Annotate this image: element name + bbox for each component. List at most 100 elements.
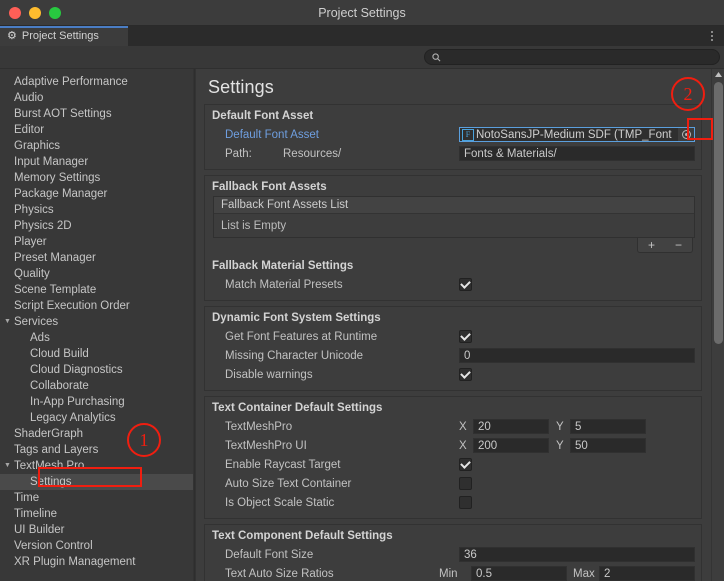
label-enable-raycast-target: Enable Raycast Target — [225, 458, 341, 471]
scroll-up-icon[interactable] — [712, 69, 724, 80]
sidebar-item-editor[interactable]: Editor — [0, 122, 193, 138]
page-title: Settings — [208, 77, 274, 97]
sidebar-item-input-manager[interactable]: Input Manager — [0, 154, 193, 170]
tmpui-width-value: 200 — [478, 439, 498, 452]
close-window-button[interactable] — [9, 6, 21, 19]
add-fallback-button[interactable]: + — [638, 238, 665, 252]
default-font-size-field[interactable]: 36 — [459, 547, 695, 562]
search-input[interactable] — [445, 51, 712, 63]
minimize-window-button[interactable] — [29, 6, 41, 19]
sidebar-item-tags-and-layers[interactable]: Tags and Layers — [0, 442, 193, 458]
get-font-features-checkbox[interactable] — [459, 330, 472, 343]
tmpui-height-field[interactable]: 50 — [570, 438, 646, 453]
label-missing-character-unicode: Missing Character Unicode — [225, 349, 364, 362]
sidebar-item-label: Cloud Build — [30, 348, 89, 360]
row-is-object-scale-static: Is Object Scale Static — [211, 493, 695, 512]
label-match-material-presets: Match Material Presets — [225, 278, 343, 291]
font-asset-path-field[interactable]: Fonts & Materials/ — [459, 146, 695, 161]
auto-size-text-container-checkbox[interactable] — [459, 477, 472, 490]
sidebar-item-collaborate[interactable]: Collaborate — [0, 378, 193, 394]
sidebar-item-scene-template[interactable]: Scene Template — [0, 282, 193, 298]
sidebar-item-time[interactable]: Time — [0, 490, 193, 506]
label-auto-size-text-container: Auto Size Text Container — [225, 477, 352, 490]
row-get-font-features: Get Font Features at Runtime — [211, 327, 695, 346]
row-auto-size-text-container: Auto Size Text Container — [211, 474, 695, 493]
sidebar-item-script-execution-order[interactable]: Script Execution Order — [0, 298, 193, 314]
disable-warnings-checkbox[interactable] — [459, 368, 472, 381]
sidebar-item-legacy-analytics[interactable]: Legacy Analytics — [0, 410, 193, 426]
tmpui-y-axis-label: Y — [556, 439, 564, 452]
sidebar-item-adaptive-performance[interactable]: Adaptive Performance — [0, 74, 193, 90]
sidebar-item-in-app-purchasing[interactable]: In-App Purchasing — [0, 394, 193, 410]
default-font-size-value: 36 — [464, 548, 477, 561]
auto-size-max-value: 2 — [604, 567, 611, 580]
sidebar-item-settings[interactable]: Settings — [0, 474, 193, 490]
sidebar-item-version-control[interactable]: Version Control — [0, 538, 193, 554]
enable-raycast-target-checkbox[interactable] — [459, 458, 472, 471]
label-is-object-scale-static: Is Object Scale Static — [225, 496, 335, 509]
sidebar-item-cloud-diagnostics[interactable]: Cloud Diagnostics — [0, 362, 193, 378]
missing-character-unicode-field[interactable]: 0 — [459, 348, 695, 363]
sidebar-item-physics[interactable]: Physics — [0, 202, 193, 218]
sidebar-item-physics-2d[interactable]: Physics 2D — [0, 218, 193, 234]
label-font-asset-path: Path: Resources/ — [211, 148, 459, 160]
zoom-window-button[interactable] — [49, 6, 61, 19]
sidebar-item-player[interactable]: Player — [0, 234, 193, 250]
tmpui-width-field[interactable]: 200 — [473, 438, 549, 453]
tab-overflow-menu-icon[interactable] — [705, 26, 719, 46]
sidebar-item-label: Time — [14, 492, 40, 504]
scrollbar-thumb[interactable] — [714, 82, 723, 344]
settings-sidebar[interactable]: Adaptive Performance Audio Burst AOT Setti… — [0, 69, 193, 581]
tmp-height-field[interactable]: 5 — [570, 419, 646, 434]
sidebar-item-audio[interactable]: Audio — [0, 90, 193, 106]
settings-content: Settings Default Font Asset Default Font… — [196, 69, 724, 581]
sidebar-item-memory-settings[interactable]: Memory Settings — [0, 170, 193, 186]
sidebar-item-ui-builder[interactable]: UI Builder — [0, 522, 193, 538]
min-label: Min — [439, 567, 458, 580]
sidebar-item-xr-plugin-management[interactable]: XR Plugin Management — [0, 554, 193, 570]
sidebar-item-textmesh-pro[interactable]: ▼ TextMesh Pro — [0, 458, 193, 474]
list-add-remove-controls: + − — [637, 238, 693, 253]
sidebar-item-cloud-build[interactable]: Cloud Build — [0, 346, 193, 362]
sidebar-item-package-manager[interactable]: Package Manager — [0, 186, 193, 202]
match-material-presets-checkbox[interactable] — [459, 278, 472, 291]
row-default-font-asset: Default Font Asset F NotoSansJP-Medium S… — [211, 125, 695, 144]
sidebar-item-label: Quality — [14, 268, 50, 280]
chevron-down-icon[interactable]: ▼ — [3, 314, 12, 330]
sidebar-item-timeline[interactable]: Timeline — [0, 506, 193, 522]
search-box[interactable] — [424, 49, 720, 65]
sidebar-item-shadergraph[interactable]: ShaderGraph — [0, 426, 193, 442]
sidebar-item-label: TextMesh Pro — [14, 460, 85, 472]
group-text-container-defaults: Text Container Default Settings TextMesh… — [204, 396, 702, 519]
sidebar-item-ads[interactable]: Ads — [0, 330, 193, 346]
label-default-font-size: Default Font Size — [225, 548, 314, 561]
sidebar-item-label: Editor — [14, 124, 45, 136]
sidebar-item-label: Adaptive Performance — [14, 76, 128, 88]
default-font-asset-object-field[interactable]: F NotoSansJP-Medium SDF (TMP_Font — [459, 127, 695, 142]
is-object-scale-static-checkbox[interactable] — [459, 496, 472, 509]
group-dynamic-font-system: Dynamic Font System Settings Get Font Fe… — [204, 306, 702, 391]
sidebar-item-label: Package Manager — [14, 188, 108, 200]
row-default-font-size: Default Font Size 36 — [211, 545, 695, 564]
sidebar-item-graphics[interactable]: Graphics — [0, 138, 193, 154]
label-default-font-asset: Default Font Asset — [225, 128, 319, 141]
sidebar-item-label: Physics 2D — [14, 220, 72, 232]
fallback-font-assets-list[interactable]: Fallback Font Assets List List is Empty — [213, 196, 695, 238]
sidebar-item-services[interactable]: ▼ Services — [0, 314, 193, 330]
sidebar-item-label: Memory Settings — [14, 172, 101, 184]
auto-size-min-field[interactable]: 0.5 — [471, 566, 567, 581]
sidebar-item-label: Tags and Layers — [14, 444, 99, 456]
sidebar-item-burst-aot-settings[interactable]: Burst AOT Settings — [0, 106, 193, 122]
sidebar-item-preset-manager[interactable]: Preset Manager — [0, 250, 193, 266]
chevron-down-icon[interactable]: ▼ — [3, 458, 12, 474]
path-prefix: Resources/ — [283, 147, 342, 160]
tmp-width-field[interactable]: 20 — [473, 419, 549, 434]
tab-project-settings[interactable]: ⚙ Project Settings — [0, 26, 128, 46]
object-picker-button[interactable] — [678, 128, 694, 141]
group-fallback-font-assets: Fallback Font Assets Fallback Font Asset… — [204, 175, 702, 301]
remove-fallback-button[interactable]: − — [665, 238, 692, 252]
sidebar-item-quality[interactable]: Quality — [0, 266, 193, 282]
auto-size-max-field[interactable]: 2 — [599, 566, 695, 581]
sidebar-item-label: Script Execution Order — [14, 300, 130, 312]
main-vertical-scrollbar[interactable] — [711, 69, 724, 581]
